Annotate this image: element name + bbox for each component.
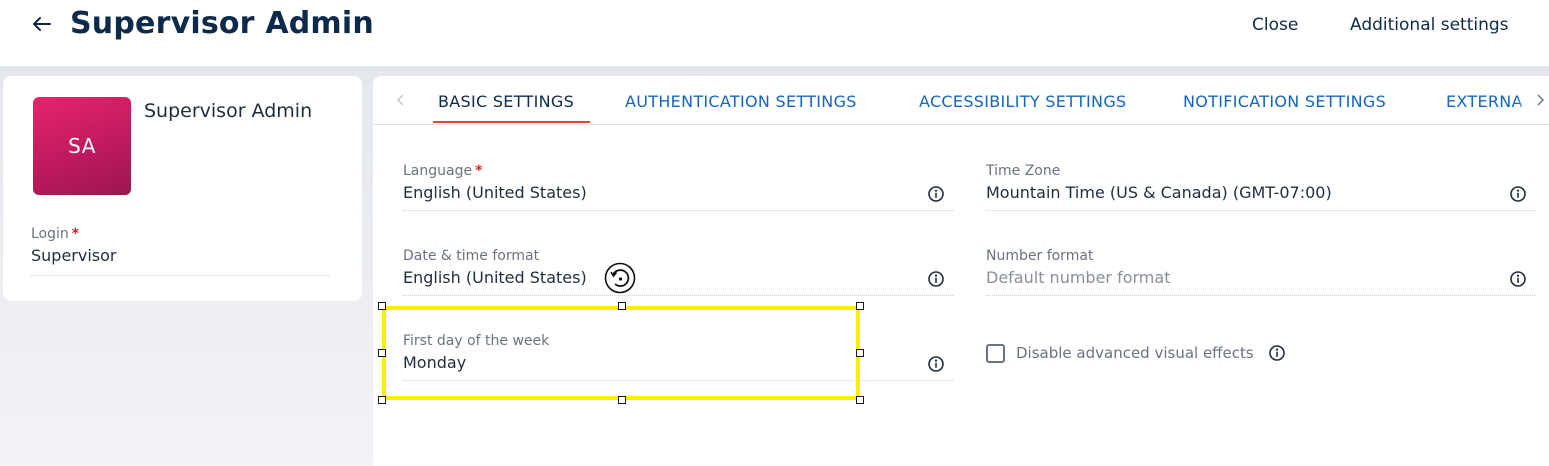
login-field[interactable]: Login * Supervisor (31, 224, 329, 276)
number-format-placeholder: Default number format (986, 268, 1171, 287)
first-day-of-week-value: Monday (403, 353, 467, 372)
tab-basic-settings[interactable]: BASIC SETTINGS (438, 91, 574, 113)
date-time-format-value: English (United States) (403, 268, 587, 287)
info-icon[interactable] (927, 355, 945, 373)
tab-authentication-settings[interactable]: AUTHENTICATION SETTINGS (625, 91, 857, 113)
tabs-scroll-right-button[interactable] (1530, 90, 1549, 110)
info-icon[interactable] (1268, 344, 1286, 362)
chevron-left-icon (397, 94, 404, 106)
chevron-right-icon (1537, 94, 1544, 106)
language-field[interactable]: Language * English (United States) (403, 161, 953, 211)
profile-card: SA Supervisor Admin Login * Supervisor (3, 76, 362, 301)
page-header: Supervisor Admin Close Additional settin… (0, 0, 1549, 66)
tab-accessibility-settings[interactable]: ACCESSIBILITY SETTINGS (919, 91, 1126, 113)
info-icon[interactable] (927, 185, 945, 203)
arrow-left-icon (33, 17, 51, 31)
tabs-fade (1518, 76, 1528, 124)
language-value: English (United States) (403, 183, 587, 202)
time-zone-field[interactable]: Time Zone Mountain Time (US & Canada) (G… (986, 161, 1535, 211)
first-day-of-week-field[interactable]: First day of the week Monday (403, 331, 953, 381)
tabs-scroll-left-button[interactable] (391, 90, 411, 110)
login-value: Supervisor (31, 246, 117, 265)
back-button[interactable] (28, 10, 56, 38)
required-marker: * (475, 163, 483, 179)
disable-visual-effects-checkbox[interactable] (986, 343, 1005, 363)
page-title: Supervisor Admin (70, 6, 374, 41)
tabs-bar: BASIC SETTINGS AUTHENTICATION SETTINGS A… (373, 76, 1549, 125)
date-time-format-label: Date & time format (403, 248, 540, 264)
tab-notification-settings[interactable]: NOTIFICATION SETTINGS (1183, 91, 1386, 113)
disable-visual-effects-label: Disable advanced visual effects (1016, 344, 1254, 362)
tab-external[interactable]: EXTERNA (1446, 91, 1523, 113)
info-icon[interactable] (1509, 270, 1527, 288)
time-zone-value: Mountain Time (US & Canada) (GMT-07:00) (986, 183, 1332, 202)
login-label: Login * (31, 226, 80, 242)
avatar[interactable]: SA (33, 97, 131, 195)
info-icon[interactable] (1509, 185, 1527, 203)
language-label: Language * (403, 163, 483, 179)
info-icon[interactable] (927, 270, 945, 288)
number-format-label: Number format (986, 248, 1094, 264)
close-button[interactable]: Close (1252, 13, 1298, 37)
date-time-format-field[interactable]: Date & time format English (United State… (403, 246, 953, 296)
avatar-initials: SA (68, 134, 96, 158)
active-tab-indicator (433, 121, 590, 123)
number-format-field[interactable]: Number format Default number format (986, 246, 1535, 296)
disable-visual-effects-row: Disable advanced visual effects (986, 342, 1286, 364)
additional-settings-button[interactable]: Additional settings (1350, 13, 1509, 37)
profile-name: Supervisor Admin (144, 100, 313, 122)
time-zone-label: Time Zone (986, 163, 1061, 179)
required-marker: * (71, 226, 80, 242)
busy-cursor-icon (604, 262, 636, 294)
first-day-of-week-label: First day of the week (403, 333, 550, 349)
